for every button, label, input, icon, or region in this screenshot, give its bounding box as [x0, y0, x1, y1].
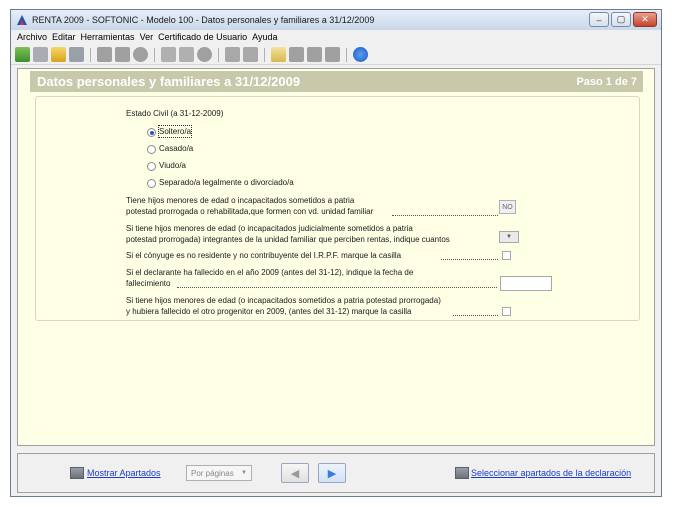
radio-casado-label[interactable]: Casado/a	[159, 143, 193, 154]
q2-line1: Si tiene hijos menores de edad (o incapa…	[126, 224, 413, 233]
next-page-button[interactable]: ▶	[318, 463, 346, 483]
menu-archivo[interactable]: Archivo	[17, 32, 47, 42]
toolbar-separator	[218, 47, 219, 62]
prev-page-button[interactable]: ◀	[281, 463, 309, 483]
list-icon[interactable]	[307, 47, 322, 62]
view-mode-value: Por páginas	[191, 468, 234, 478]
radio-viudo-label[interactable]: Viudo/a	[159, 160, 186, 171]
form-panel: Estado Civil (a 31-12-2009) Soltero/a Ca…	[35, 96, 640, 321]
title-bar: RENTA 2009 - SOFTONIC - Modelo 100 - Dat…	[11, 10, 661, 30]
window-controls: ‒ ▢ ✕	[589, 12, 657, 27]
q5-line2: y hubiera fallecido el otro progenitor e…	[126, 307, 412, 316]
open-folder-icon[interactable]	[51, 47, 66, 62]
hijos-select[interactable]: NO	[499, 200, 516, 214]
edit-icon[interactable]	[271, 47, 286, 62]
hijos-count-dropdown[interactable]: ▼	[499, 231, 519, 243]
paste-icon[interactable]	[243, 47, 258, 62]
radio-viudo[interactable]	[147, 162, 156, 171]
leader-dots	[392, 215, 498, 216]
save-icon[interactable]	[69, 47, 84, 62]
close-button[interactable]: ✕	[633, 12, 657, 27]
minimize-button[interactable]: ‒	[589, 12, 609, 27]
conyuge-no-residente-checkbox[interactable]	[502, 251, 511, 260]
section-title: Datos personales y familiares a 31/12/20…	[37, 74, 301, 89]
chevron-down-icon: ▼	[241, 470, 247, 476]
progenitor-fallecido-checkbox[interactable]	[502, 307, 511, 316]
info-icon[interactable]	[197, 47, 212, 62]
q3-text: Si el cónyuge es no residente y no contr…	[126, 251, 402, 260]
leader-dots	[453, 315, 498, 316]
q1-line2: potestad prorrogada o rehabilitada,que f…	[126, 207, 374, 216]
new-document-icon[interactable]	[33, 47, 48, 62]
toolbar-separator	[90, 47, 91, 62]
copy-icon[interactable]	[225, 47, 240, 62]
main-content: Datos personales y familiares a 31/12/20…	[17, 68, 655, 446]
apartados-icon	[70, 467, 84, 479]
fecha-fallecimiento-input[interactable]	[500, 276, 552, 291]
q2-line2: potestad prorrogada) integrantes de la u…	[126, 235, 450, 244]
maximize-button[interactable]: ▢	[611, 12, 631, 27]
toolbar-separator	[264, 47, 265, 62]
menu-herramientas[interactable]: Herramientas	[81, 32, 135, 42]
grid-icon[interactable]	[325, 47, 340, 62]
estado-civil-label: Estado Civil (a 31-12-2009)	[126, 109, 224, 118]
radio-soltero[interactable]	[147, 128, 156, 137]
radio-separado[interactable]	[147, 179, 156, 188]
app-window: RENTA 2009 - SOFTONIC - Modelo 100 - Dat…	[10, 9, 662, 497]
radio-casado[interactable]	[147, 145, 156, 154]
users-icon[interactable]	[289, 47, 304, 62]
q5-line1: Si tiene hijos menores de edad (o incapa…	[126, 296, 441, 305]
print-icon[interactable]	[97, 47, 112, 62]
view-mode-select[interactable]: Por páginas ▼	[186, 465, 252, 481]
mostrar-apartados-link[interactable]: Mostrar Apartados	[87, 468, 161, 478]
search-icon[interactable]	[133, 47, 148, 62]
step-indicator: Paso 1 de 7	[576, 75, 637, 88]
menu-bar: Archivo Editar Herramientas Ver Certific…	[11, 30, 661, 44]
bottom-nav: Mostrar Apartados Por páginas ▼ ◀ ▶ Sele…	[17, 453, 655, 493]
menu-ayuda[interactable]: Ayuda	[252, 32, 277, 42]
seleccionar-apartados-link[interactable]: Seleccionar apartados de la declaración	[471, 468, 631, 478]
radio-soltero-label[interactable]: Soltero/a	[157, 125, 193, 138]
toolbar	[11, 45, 661, 65]
arrow-left-icon: ◀	[290, 467, 300, 480]
window-title: RENTA 2009 - SOFTONIC - Modelo 100 - Dat…	[32, 15, 375, 25]
leader-dots	[441, 259, 498, 260]
q4-line1: Si el declarante ha fallecido en el año …	[126, 268, 414, 277]
seleccionar-icon	[455, 467, 469, 479]
q1-line1: Tiene hijos menores de edad o incapacita…	[126, 196, 355, 205]
menu-ver[interactable]: Ver	[140, 32, 154, 42]
radio-separado-label[interactable]: Separado/a legalmente o divorciado/a	[159, 177, 294, 188]
arrow-right-icon: ▶	[327, 467, 337, 480]
print-preview-icon[interactable]	[115, 47, 130, 62]
calculator-icon[interactable]	[179, 47, 194, 62]
leader-dots	[177, 287, 497, 288]
app-logo-icon	[17, 15, 27, 25]
menu-editar[interactable]: Editar	[52, 32, 76, 42]
help-icon[interactable]	[353, 47, 368, 62]
toolbar-separator	[154, 47, 155, 62]
form-icon[interactable]	[161, 47, 176, 62]
toolbar-separator	[346, 47, 347, 62]
q4-line2: fallecimiento	[126, 279, 171, 288]
section-header: Datos personales y familiares a 31/12/20…	[30, 71, 643, 92]
import-icon[interactable]	[15, 47, 30, 62]
menu-certificado[interactable]: Certificado de Usuario	[158, 32, 247, 42]
